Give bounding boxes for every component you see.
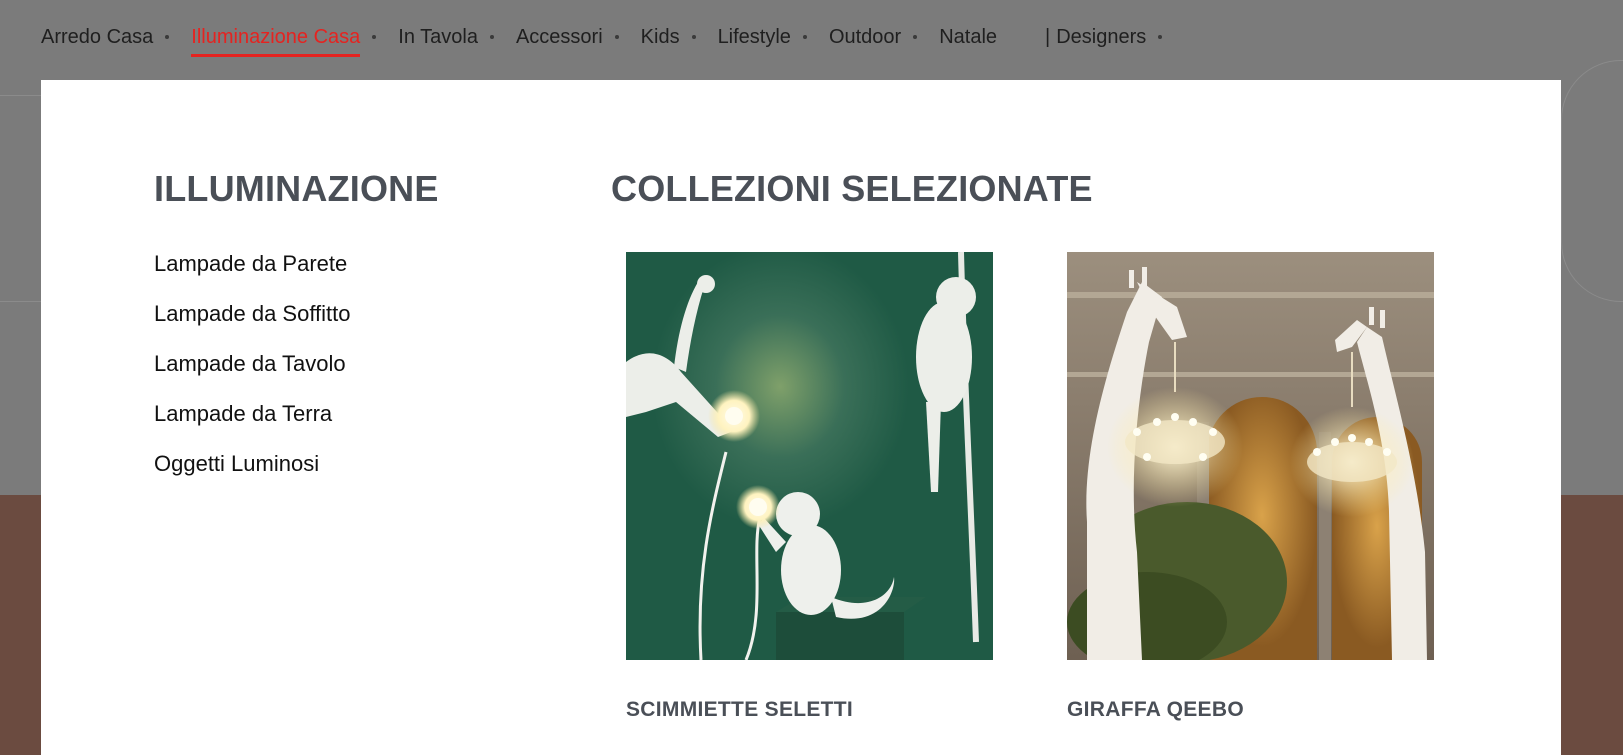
category-link-lampade-soffitto[interactable]: Lampade da Soffitto	[154, 300, 351, 350]
dropdown-dot-icon	[802, 35, 807, 39]
category-link-lampade-parete[interactable]: Lampade da Parete	[154, 250, 351, 300]
section-title-collezioni: COLLEZIONI SELEZIONATE	[611, 168, 1093, 209]
dropdown-dot-icon	[614, 35, 619, 39]
nav-item-label: Accessori	[515, 25, 603, 48]
nav-item-in-tavola[interactable]: In Tavola	[398, 0, 494, 74]
nav-item-label: Natale	[939, 25, 998, 48]
section-title-illuminazione: ILLUMINAZIONE	[154, 168, 439, 209]
nav-item-label: In Tavola	[398, 25, 478, 48]
nav-item-arredo-casa[interactable]: Arredo Casa	[41, 0, 170, 74]
nav-item-illuminazione-casa[interactable]: Illuminazione Casa	[191, 0, 377, 74]
nav-separator: |	[1045, 25, 1051, 48]
category-link-lampade-terra[interactable]: Lampade da Terra	[154, 400, 351, 450]
mega-menu-panel: ILLUMINAZIONE Lampade da Parete Lampade …	[41, 80, 1561, 755]
nav-item-label: Kids	[640, 25, 680, 48]
nav-item-kids[interactable]: Kids	[641, 0, 696, 74]
collection-caption[interactable]: GIRAFFA QEEBO	[1067, 698, 1434, 722]
nav-item-accessori[interactable]: Accessori	[516, 0, 619, 74]
dropdown-dot-icon	[913, 35, 918, 39]
nav-item-label: Designers	[1056, 25, 1147, 48]
dropdown-dot-icon	[691, 35, 696, 39]
category-link-oggetti-luminosi[interactable]: Oggetti Luminosi	[154, 450, 351, 500]
background-decoration	[1561, 60, 1623, 302]
nav-item-label: Illuminazione Casa	[191, 22, 360, 57]
monkey-lamps-image[interactable]	[626, 252, 993, 660]
nav-item-label: Lifestyle	[717, 25, 791, 48]
dropdown-dot-icon	[489, 35, 494, 39]
dropdown-dot-icon	[1158, 35, 1163, 39]
nav-item-outdoor[interactable]: Outdoor	[828, 0, 918, 74]
main-navigation: Arredo Casa Illuminazione Casa In Tavola…	[0, 0, 1623, 74]
nav-item-label: Arredo Casa	[41, 25, 154, 48]
nav-item-label: Outdoor	[828, 25, 902, 48]
collection-card-giraffa[interactable]: GIRAFFA QEEBO	[1067, 252, 1434, 722]
category-link-list: Lampade da Parete Lampade da Soffitto La…	[154, 250, 351, 500]
nav-item-designers[interactable]: Designers	[1056, 0, 1163, 74]
giraffe-chandelier-image[interactable]	[1067, 252, 1434, 660]
category-link-lampade-tavolo[interactable]: Lampade da Tavolo	[154, 350, 351, 400]
collection-card-scimmiette[interactable]: SCIMMIETTE SELETTI	[626, 252, 993, 722]
collection-caption[interactable]: SCIMMIETTE SELETTI	[626, 698, 993, 722]
nav-item-natale[interactable]: Natale	[939, 0, 997, 74]
nav-item-lifestyle[interactable]: Lifestyle	[718, 0, 807, 74]
dropdown-dot-icon	[372, 35, 377, 39]
dropdown-dot-icon	[165, 35, 170, 39]
